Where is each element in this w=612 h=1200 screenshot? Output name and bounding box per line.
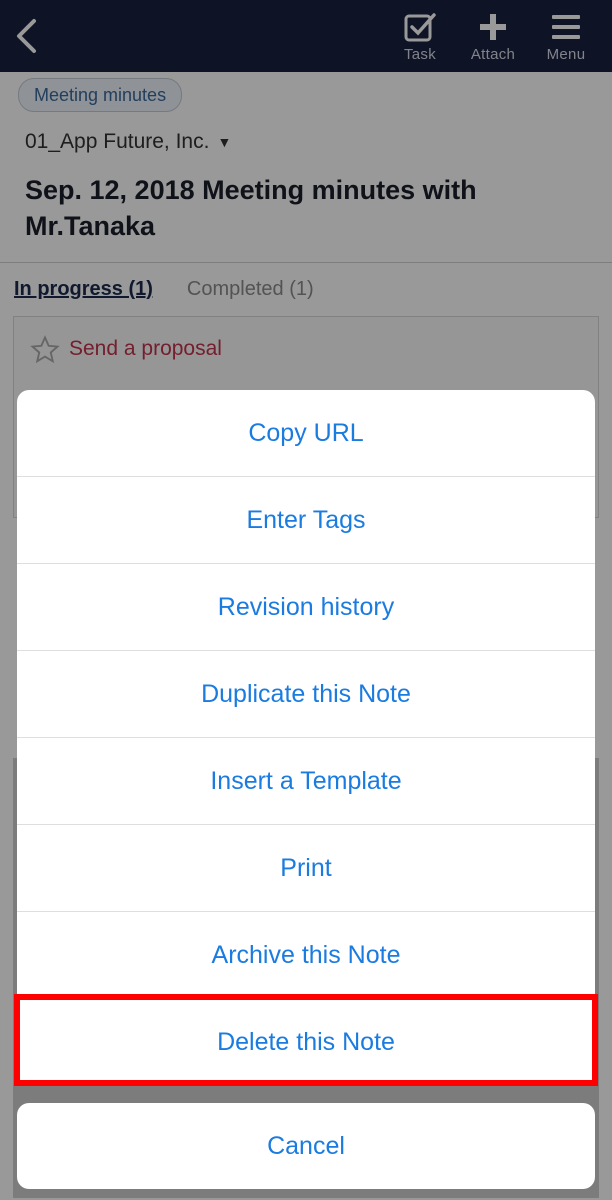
action-sheet: Copy URL Enter Tags Revision history Dup…: [17, 390, 595, 1086]
insert-template-option[interactable]: Insert a Template: [17, 738, 595, 825]
highlight-box: [14, 994, 598, 1086]
print-option[interactable]: Print: [17, 825, 595, 912]
cancel-button[interactable]: Cancel: [17, 1103, 595, 1189]
revision-history-option[interactable]: Revision history: [17, 564, 595, 651]
copy-url-option[interactable]: Copy URL: [17, 390, 595, 477]
archive-note-option[interactable]: Archive this Note: [17, 912, 595, 999]
duplicate-note-option[interactable]: Duplicate this Note: [17, 651, 595, 738]
enter-tags-option[interactable]: Enter Tags: [17, 477, 595, 564]
